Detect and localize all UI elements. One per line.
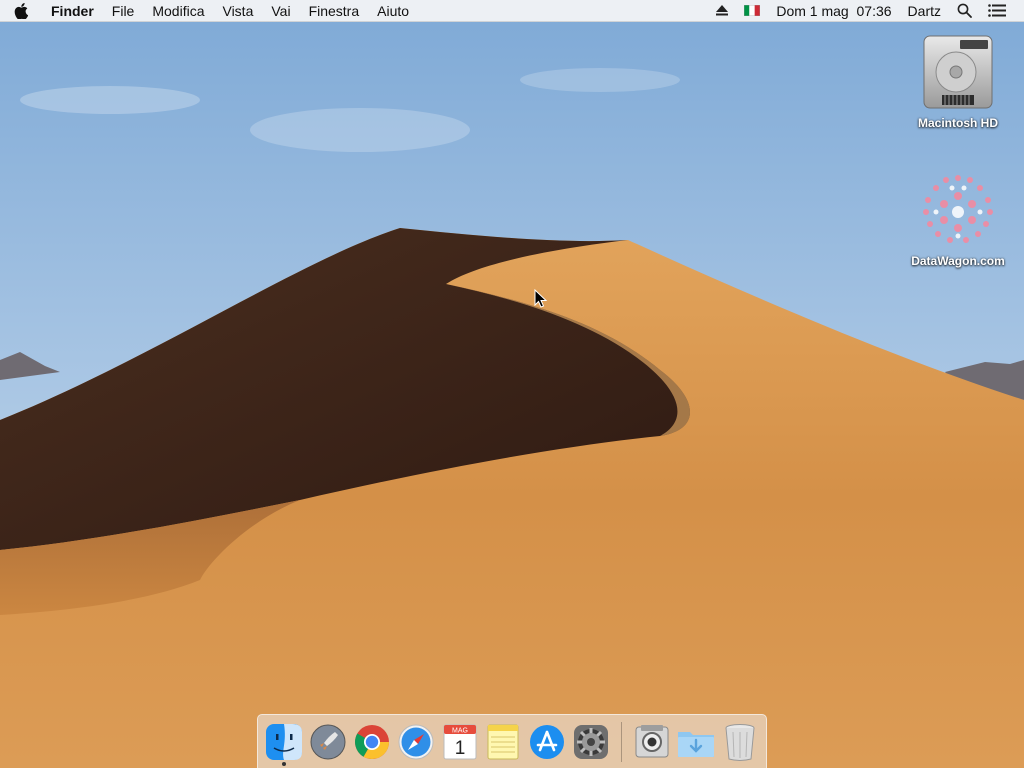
chrome-icon [354,724,389,759]
downloads-folder-icon [678,731,715,757]
desktop-icon-label: DataWagon.com [911,254,1005,268]
dock-item-system-preferences[interactable] [569,718,613,766]
menu-finestra[interactable]: Finestra [300,0,369,22]
desktop-icon-datawagon[interactable]: DataWagon.com [903,170,1013,268]
mouse-cursor-icon [534,289,548,308]
hard-drive-icon [923,35,993,109]
preview-icon [635,724,669,757]
dock-item-notes[interactable] [482,718,526,766]
app-store-icon [530,724,565,759]
system-preferences-icon [574,724,609,759]
desktop-icon-label: Macintosh HD [917,116,998,130]
eject-icon[interactable] [708,0,736,22]
menu-bar: Finder File Modifica Vista Vai Finestra … [0,0,1024,22]
trash-icon [725,723,755,761]
input-source-flag-icon[interactable] [736,0,768,22]
finder-icon [265,723,302,760]
disk-image-icon [923,175,993,243]
running-indicator [281,761,286,766]
menu-vai[interactable]: Vai [262,0,299,22]
spotlight-search-icon[interactable] [949,0,980,22]
menu-finder[interactable]: Finder [42,0,103,22]
menu-clock[interactable]: Dom 1 mag 07:36 [768,0,899,22]
clock-time: 07:36 [856,2,892,19]
dock-item-trash[interactable] [718,718,762,766]
clock-date: Dom 1 mag [776,2,849,19]
notification-center-icon[interactable] [980,0,1014,22]
menu-file[interactable]: File [103,0,144,22]
dock-item-downloads[interactable] [674,718,718,766]
desktop-icon-macintosh-hd[interactable]: Macintosh HD [903,32,1013,130]
menu-vista[interactable]: Vista [213,0,262,22]
calendar-month: MAG [452,727,468,734]
dock-item-calendar[interactable]: MAG 1 [438,718,482,766]
dock-item-safari[interactable] [394,718,438,766]
dock-item-app-store[interactable] [525,718,569,766]
dock-item-chrome[interactable] [350,718,394,766]
desktop-wallpaper [0,0,1024,768]
safari-icon [398,724,434,759]
dock-item-launchpad[interactable] [306,718,350,766]
dock-separator [621,721,623,762]
dock-item-finder[interactable] [262,718,306,766]
dock: MAG 1 [257,714,767,768]
notes-icon [487,724,519,759]
calendar-day: 1 [454,738,465,759]
menu-modifica[interactable]: Modifica [143,0,213,22]
calendar-icon: MAG 1 [443,724,477,759]
menu-aiuto[interactable]: Aiuto [368,0,418,22]
dock-item-preview[interactable] [630,718,674,766]
launchpad-icon [310,724,346,759]
apple-menu-icon[interactable] [0,0,42,22]
user-name[interactable]: Dartz [900,0,949,22]
